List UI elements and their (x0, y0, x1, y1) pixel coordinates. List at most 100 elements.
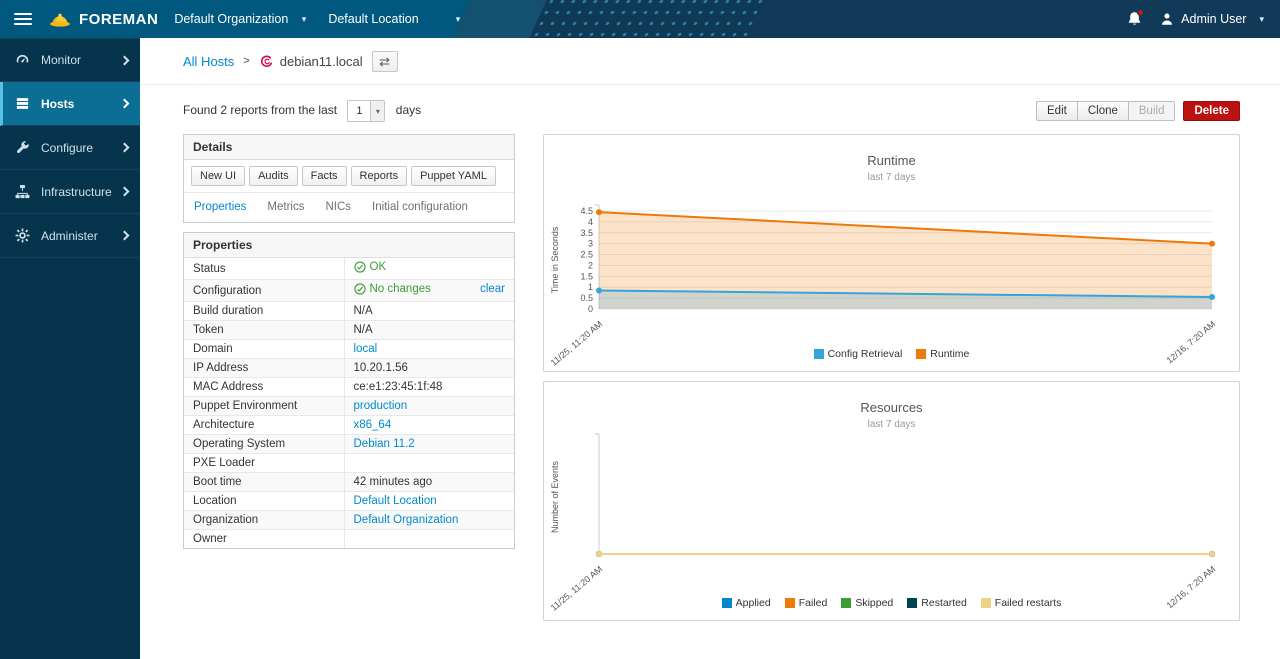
property-link[interactable]: x86_64 (354, 419, 392, 431)
sidebar-item-label: Administer (41, 229, 98, 243)
property-label: Organization (184, 511, 344, 530)
navbar-inner: FOREMAN Default Organization ▾ Default L… (0, 0, 1280, 38)
location-label: Default Location (328, 12, 418, 26)
table-row: IP Address10.20.1.56 (184, 359, 514, 378)
host-switcher-button[interactable]: ⇄ (372, 51, 398, 72)
check-circle-icon (354, 283, 366, 295)
chart-title: Resources (544, 382, 1239, 415)
top-navbar: FOREMAN Default Organization ▾ Default L… (0, 0, 1280, 38)
property-link[interactable]: local (354, 343, 378, 355)
property-label: Boot time (184, 473, 344, 492)
report-summary: Found 2 reports from the last 1 ▾ days (183, 100, 421, 122)
property-label: Owner (184, 530, 344, 549)
breadcrumb-current-host: debian11.local (259, 54, 363, 69)
property-value: x86_64 (344, 416, 514, 435)
property-value: Debian 11.2 (344, 435, 514, 454)
legend-item-applied[interactable]: Applied (722, 597, 771, 609)
legend-label: Applied (736, 597, 771, 609)
tab-metrics[interactable]: Metrics (267, 201, 304, 213)
svg-text:4: 4 (588, 217, 593, 227)
sitemap-icon (15, 184, 32, 200)
legend-item-runtime[interactable]: Runtime (916, 348, 969, 360)
resources-chart-panel: Resourceslast 7 days11/25, 11:20 AM12/16… (543, 381, 1240, 621)
legend-item-restarted[interactable]: Restarted (907, 597, 967, 609)
properties-table: StatusOKConfigurationNo changesclearBuil… (184, 258, 514, 548)
host-actions: EditCloneBuildDelete (1036, 101, 1240, 121)
property-label: Status (184, 258, 344, 280)
clone-button[interactable]: Clone (1077, 101, 1129, 121)
svg-text:2: 2 (588, 260, 593, 270)
property-link[interactable]: production (354, 400, 408, 412)
svg-text:0: 0 (588, 304, 593, 314)
facts-button[interactable]: Facts (302, 166, 347, 186)
property-link[interactable]: Debian 11.2 (354, 438, 415, 450)
clear-link[interactable]: clear (480, 283, 505, 295)
delete-button[interactable]: Delete (1183, 101, 1240, 121)
sidebar-item-configure[interactable]: Configure (0, 126, 140, 170)
status-text: OK (370, 261, 387, 273)
legend-label: Skipped (855, 597, 893, 609)
legend-swatch (841, 598, 851, 608)
property-value: Default Organization (344, 511, 514, 530)
property-label: PXE Loader (184, 454, 344, 473)
chevron-right-icon (120, 143, 130, 153)
audits-button[interactable]: Audits (249, 166, 298, 186)
table-row: Status OK (184, 258, 514, 280)
sidebar-item-label: Monitor (41, 53, 81, 67)
days-select[interactable]: 1 ▾ (347, 100, 385, 122)
details-column: Details New UIAuditsFactsReportsPuppet Y… (183, 134, 515, 549)
chevron-down-icon: ▾ (302, 14, 307, 25)
content-columns: Details New UIAuditsFactsReportsPuppet Y… (140, 134, 1280, 621)
svg-text:1.5: 1.5 (580, 271, 593, 281)
edit-button[interactable]: Edit (1036, 101, 1078, 121)
notification-badge (1137, 9, 1144, 16)
breadcrumb: All Hosts > debian11.local ⇄ (140, 38, 1280, 85)
location-switcher[interactable]: Default Location ▾ (328, 12, 460, 26)
organization-switcher[interactable]: Default Organization ▾ (174, 12, 306, 26)
user-menu[interactable]: Admin User ▾ (1160, 12, 1264, 26)
property-label: Build duration (184, 302, 344, 321)
details-panel: Details New UIAuditsFactsReportsPuppet Y… (183, 134, 515, 223)
sidebar-item-infrastructure[interactable]: Infrastructure (0, 170, 140, 214)
chevron-right-icon (120, 55, 130, 65)
table-row: Boot time42 minutes ago (184, 473, 514, 492)
legend-label: Restarted (921, 597, 967, 609)
property-link[interactable]: Default Organization (354, 514, 459, 526)
sidebar-item-administer[interactable]: Administer (0, 214, 140, 258)
svg-text:4.5: 4.5 (580, 206, 593, 216)
reports-button[interactable]: Reports (351, 166, 408, 186)
legend-item-failed[interactable]: Failed (785, 597, 828, 609)
wrench-icon (15, 140, 32, 156)
breadcrumb-all-hosts-link[interactable]: All Hosts (183, 54, 234, 69)
legend-item-failed-restarts[interactable]: Failed restarts (981, 597, 1062, 609)
puppet-yaml-button[interactable]: Puppet YAML (411, 166, 496, 186)
legend-swatch (981, 598, 991, 608)
tab-nics[interactable]: NICs (325, 201, 351, 213)
table-row: ConfigurationNo changesclear (184, 280, 514, 302)
table-row: PXE Loader (184, 454, 514, 473)
legend-swatch (814, 349, 824, 359)
sidebar-item-monitor[interactable]: Monitor (0, 38, 140, 82)
status-badge: No changes (354, 283, 431, 295)
notifications-bell-icon[interactable] (1127, 11, 1142, 27)
resources-chart: 11/25, 11:20 AM12/16, 7:20 AMNumber of E… (545, 432, 1238, 612)
table-row: Build durationN/A (184, 302, 514, 321)
legend-item-config-retrieval[interactable]: Config Retrieval (814, 348, 903, 360)
property-link[interactable]: Default Location (354, 495, 437, 507)
chevron-right-icon (120, 187, 130, 197)
gear-icon (15, 228, 32, 244)
property-value (344, 530, 514, 549)
menu-icon[interactable] (14, 13, 32, 25)
tab-properties[interactable]: Properties (194, 201, 246, 213)
sidebar-item-label: Infrastructure (41, 185, 112, 199)
foreman-logo[interactable]: FOREMAN (48, 11, 158, 28)
property-value: 10.20.1.56 (344, 359, 514, 378)
new-ui-button[interactable]: New UI (191, 166, 245, 186)
legend-item-skipped[interactable]: Skipped (841, 597, 893, 609)
sidebar-item-hosts[interactable]: Hosts (0, 82, 140, 126)
user-name: Admin User (1181, 12, 1246, 26)
legend-label: Config Retrieval (828, 348, 903, 360)
tab-initial-configuration[interactable]: Initial configuration (372, 201, 468, 213)
main-content: All Hosts > debian11.local ⇄ Found 2 rep… (140, 38, 1280, 659)
table-row: Operating SystemDebian 11.2 (184, 435, 514, 454)
